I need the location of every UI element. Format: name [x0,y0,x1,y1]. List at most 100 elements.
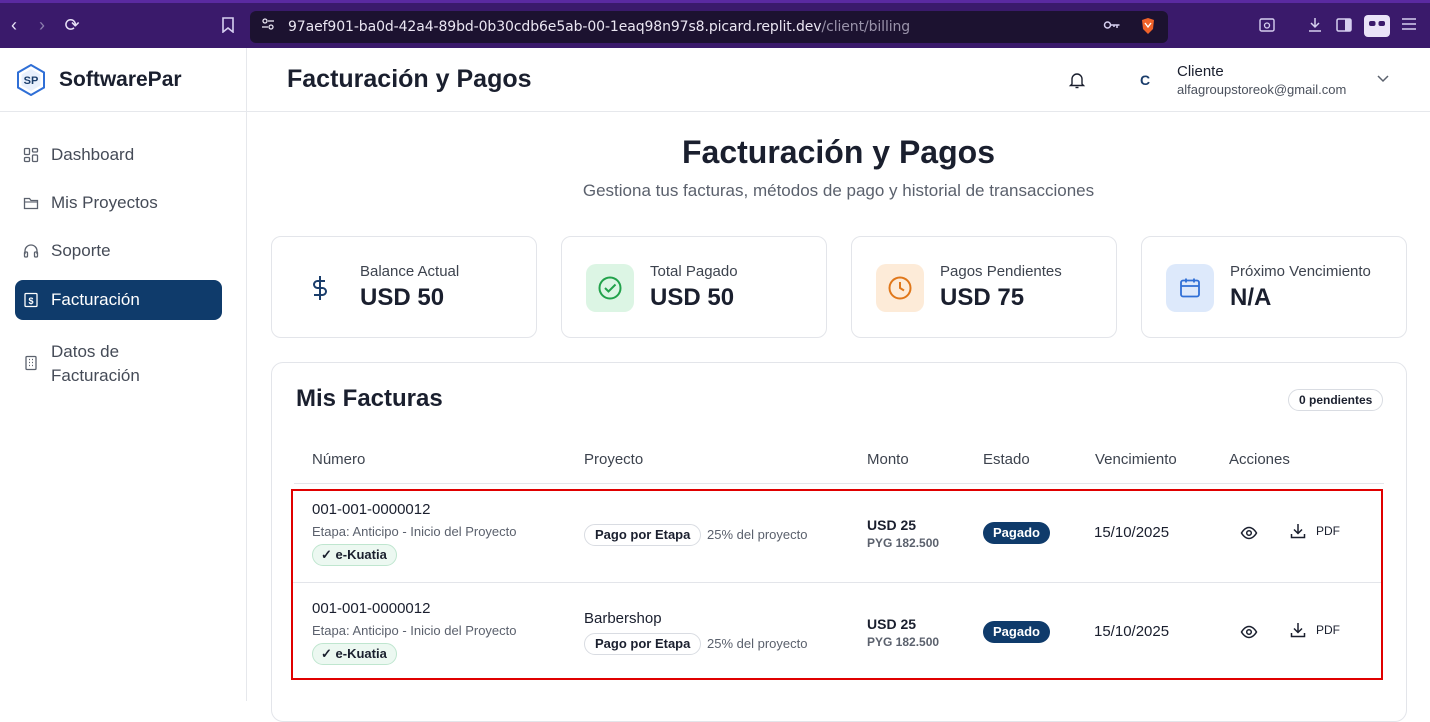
sidebar-item-dashboard[interactable]: Dashboard [15,135,222,175]
column-header-status: Estado [983,451,1030,468]
chevron-down-icon[interactable] [1375,70,1391,86]
user-email: alfagroupstoreok@gmail.com [1177,82,1347,97]
sidebar-item-support[interactable]: Soporte [15,231,222,271]
project-name: Barbershop [584,610,662,627]
private-window-icon[interactable] [1364,15,1390,37]
stat-value: N/A [1230,284,1272,311]
status-badge: Pagado [983,621,1050,643]
pending-badge: 0 pendientes [1288,389,1384,411]
download-icon[interactable] [1305,17,1325,37]
column-header-due: Vencimiento [1095,451,1177,468]
user-name[interactable]: Cliente [1177,63,1224,80]
stat-label: Pagos Pendientes [940,263,1062,280]
column-header-amount: Monto [867,451,909,468]
building-icon [25,355,37,371]
url-text: 97aef901-ba0d-42a4-89bd-0b30cdb6e5ab-00-… [288,19,910,35]
sidebar-item-label: Soporte [51,241,111,260]
sidebar-item-billing-data[interactable]: Datos de Facturación [15,335,222,391]
row-divider [293,582,1381,583]
stat-card-pending: Pagos Pendientes USD 75 [851,236,1117,338]
pdf-label: PDF [1316,524,1340,538]
folder-icon [23,197,39,210]
project-percent: 25% del proyecto [707,636,808,651]
invoice-icon: $ [24,292,38,308]
stat-card-balance: Balance Actual USD 50 [271,236,537,338]
stat-card-total-paid: Total Pagado USD 50 [561,236,827,338]
sidebar-item-label: Mis Proyectos [51,193,158,212]
forward-icon[interactable]: › [32,15,52,35]
header: Facturación y Pagos C Cliente alfagroups… [247,48,1430,112]
invoice-number: 001-001-0000012 [312,600,431,617]
amount-usd: USD 25 [867,616,917,632]
avatar[interactable]: C [1133,68,1157,92]
dashboard-icon [23,147,39,163]
amount-pyg: PYG 182.500 [867,536,940,550]
sidebar: SP SoftwarePar Dashboard Mis Proyectos S… [0,48,247,701]
sidebar-item-label: Datos de Facturación [51,342,140,385]
sidebar-item-label: Facturación [51,290,140,309]
sidebar-item-billing[interactable]: $ Facturación [15,280,222,320]
stat-label: Total Pagado [650,263,738,280]
view-icon[interactable] [1240,623,1258,641]
column-header-project: Proyecto [584,451,644,468]
stat-icon-box [1166,264,1214,312]
headphones-icon [23,244,39,258]
invoices-title: Mis Facturas [296,385,443,412]
bell-icon[interactable] [1067,70,1087,90]
calendar-icon [1180,278,1200,298]
pdf-label: PDF [1316,623,1340,637]
stat-value: USD 75 [940,284,1025,311]
check-circle-icon [598,276,622,300]
column-header-number: Número [312,451,366,468]
reload-icon[interactable]: ⟳ [62,15,82,35]
due-date: 15/10/2025 [1094,623,1170,640]
brand[interactable]: SP SoftwarePar [0,48,247,112]
main-title: Facturación y Pagos [682,134,995,170]
svg-text:$: $ [28,296,33,306]
invoice-number: 001-001-0000012 [312,501,431,518]
search-page-icon[interactable] [1257,17,1277,37]
ekuatia-badge: ✓ e-Kuatia [312,544,397,566]
due-date: 15/10/2025 [1094,524,1170,541]
site-info-icon[interactable] [258,17,278,37]
clock-icon [888,276,912,300]
logo-icon: SP [17,64,45,96]
browser-chrome: ‹ › ⟳ 97aef901-ba0d-42a4-89bd-0b30cdb6e5… [0,0,1430,48]
dollar-icon [313,276,327,300]
stat-icon-box [586,264,634,312]
sidebar-item-projects[interactable]: Mis Proyectos [15,183,222,223]
stat-label: Balance Actual [360,263,460,280]
status-badge: Pagado [983,522,1050,544]
rows-highlight [291,489,1383,680]
address-bar[interactable]: 97aef901-ba0d-42a4-89bd-0b30cdb6e5ab-00-… [250,11,1168,43]
stat-label: Próximo Vencimiento [1230,263,1371,280]
download-icon [1290,524,1306,539]
bookmark-icon[interactable] [218,17,238,37]
main-subtitle: Gestiona tus facturas, métodos de pago y… [582,181,1095,200]
back-icon[interactable]: ‹ [4,15,24,35]
ekuatia-badge: ✓ e-Kuatia [312,643,397,665]
sidebar-item-label: Dashboard [51,145,135,164]
invoice-stage: Etapa: Anticipo - Inicio del Proyecto [312,623,517,638]
amount-pyg: PYG 182.500 [867,635,940,649]
url-host: 97aef901-ba0d-42a4-89bd-0b30cdb6e5ab-00-… [288,19,822,35]
table-header-divider [294,483,1384,484]
payment-type-badge: Pago por Etapa [584,524,702,546]
payment-type-badge: Pago por Etapa [584,633,702,655]
view-icon[interactable] [1240,524,1258,542]
column-header-actions: Acciones [1229,451,1290,468]
brand-name: SoftwarePar [59,68,182,91]
invoice-stage: Etapa: Anticipo - Inicio del Proyecto [312,524,517,539]
page-title: Facturación y Pagos [287,65,532,93]
amount-usd: USD 25 [867,517,917,533]
stat-value: USD 50 [650,284,735,311]
project-percent: 25% del proyecto [707,527,808,542]
url-path: /client/billing [821,19,911,35]
svg-text:SP: SP [24,75,39,87]
stat-value: USD 50 [360,284,445,311]
key-icon[interactable] [1102,17,1122,37]
sidebar-toggle-icon[interactable] [1334,17,1354,37]
menu-icon[interactable] [1399,17,1419,37]
download-icon [1290,623,1306,638]
brave-shield-icon[interactable] [1138,17,1158,37]
